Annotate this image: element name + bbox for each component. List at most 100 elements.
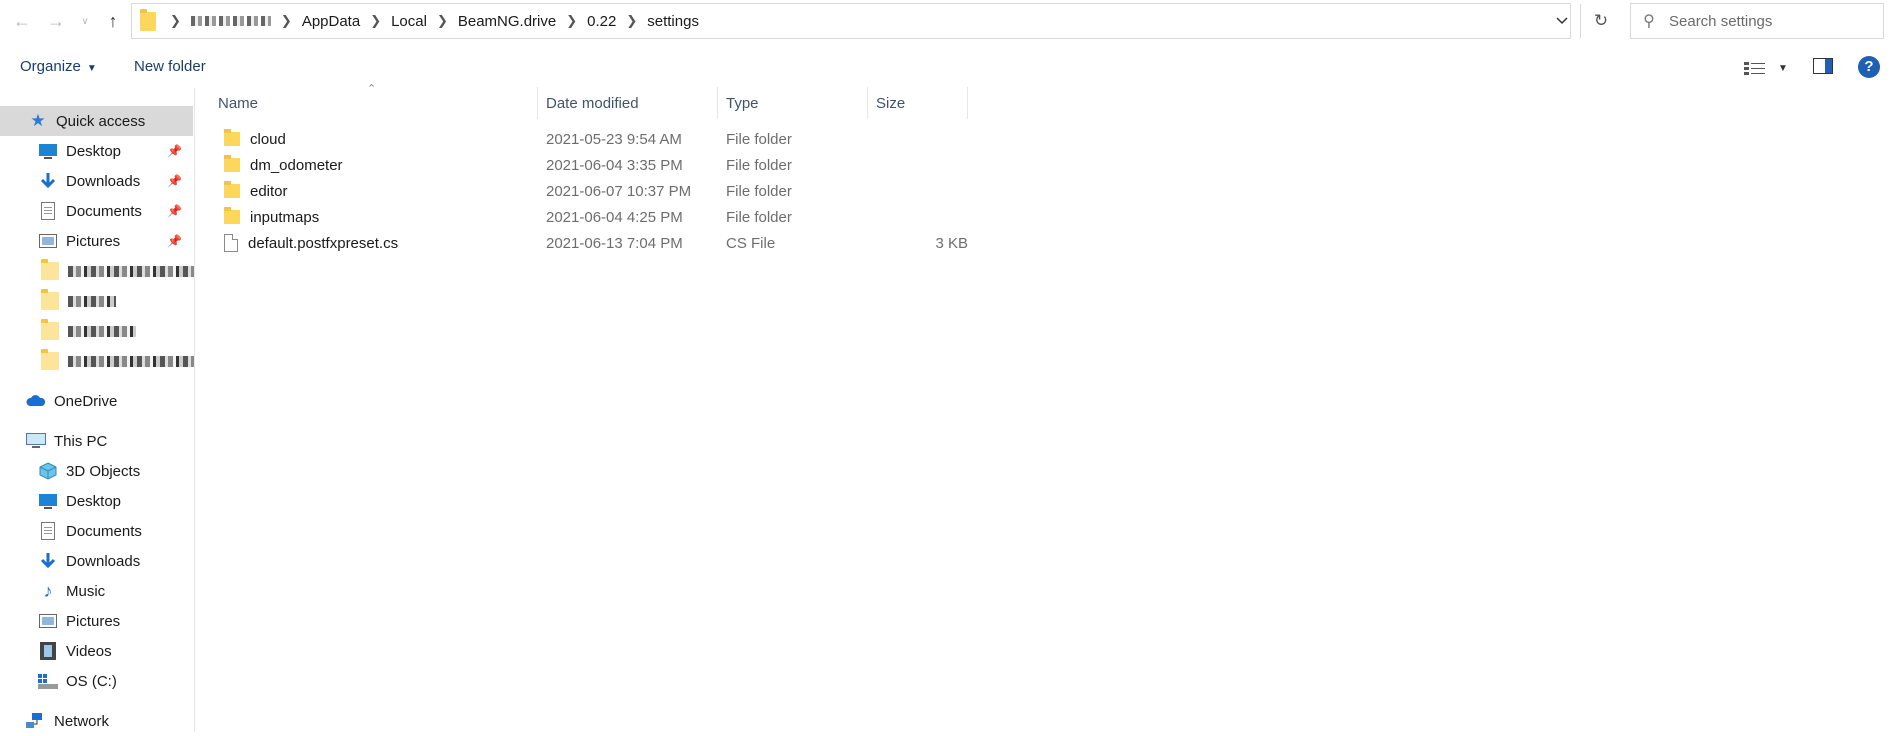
redacted-label — [68, 295, 116, 307]
file-row[interactable]: dm_odometer 2021-06-04 3:35 PM File fold… — [210, 152, 968, 178]
column-headers: Name Date modified Type Size — [210, 87, 970, 119]
file-name-cell: cloud — [224, 126, 286, 152]
sidebar-item-music[interactable]: ♪ Music — [0, 576, 194, 606]
sidebar-item-this-pc[interactable]: This PC — [0, 426, 194, 456]
address-row: ← → ∨ ↑ ❯ ❯ AppData ❯ Local ❯ BeamNG.dri… — [0, 0, 1897, 42]
search-input[interactable] — [1667, 11, 1871, 31]
breadcrumb-separator-icon[interactable]: ❯ — [622, 13, 641, 29]
file-row[interactable]: inputmaps 2021-06-04 4:25 PM File folder — [210, 204, 968, 230]
documents-icon — [38, 521, 58, 541]
sidebar-item-documents[interactable]: Documents 📌 — [0, 196, 194, 226]
videos-icon — [38, 641, 58, 661]
column-header-date[interactable]: Date modified — [538, 87, 718, 119]
column-header-size[interactable]: Size — [868, 87, 968, 119]
redacted-label — [67, 355, 194, 367]
pictures-icon — [38, 611, 58, 631]
file-size — [870, 178, 968, 204]
preview-pane-icon[interactable] — [1813, 58, 1835, 78]
breadcrumb-item-beamng[interactable]: BeamNG.drive — [452, 13, 562, 30]
file-type: File folder — [726, 208, 792, 226]
folder-icon — [40, 349, 60, 371]
file-name-cell: default.postfxpreset.cs — [224, 230, 398, 256]
sidebar-item-downloads[interactable]: Downloads — [0, 546, 194, 576]
sidebar-item-label: Network — [54, 712, 110, 730]
sidebar-item-label: Downloads — [66, 172, 141, 190]
file-date: 2021-06-07 10:37 PM — [546, 182, 692, 200]
file-name: cloud — [250, 130, 286, 148]
folder-icon — [224, 207, 240, 224]
sidebar-item-desktop[interactable]: Desktop 📌 — [0, 136, 194, 166]
sidebar-item-pictures[interactable]: Pictures 📌 — [0, 226, 194, 256]
breadcrumb-separator-icon[interactable]: ❯ — [277, 13, 296, 29]
breadcrumb-item-appdata[interactable]: AppData — [296, 13, 366, 30]
sidebar-item-redacted-folder[interactable] — [0, 256, 194, 286]
search-box[interactable]: ⚲ — [1630, 3, 1884, 39]
3d-objects-icon — [38, 461, 58, 481]
help-icon[interactable]: ? — [1858, 56, 1880, 78]
change-view-icon[interactable]: ▼ — [1744, 58, 1788, 78]
address-dropdown-chevron-icon[interactable] — [1545, 4, 1579, 38]
address-bar[interactable]: ❯ ❯ AppData ❯ Local ❯ BeamNG.drive ❯ 0.2… — [131, 3, 1608, 39]
chevron-down-icon[interactable]: ▼ — [1778, 63, 1788, 74]
column-header-name[interactable]: Name — [210, 87, 538, 119]
forward-arrow-icon[interactable]: → — [44, 9, 68, 33]
breadcrumb-separator-icon[interactable]: ❯ — [366, 13, 385, 29]
chevron-down-icon: ▼ — [86, 63, 97, 74]
sidebar-item-redacted-folder[interactable] — [0, 286, 194, 316]
up-arrow-icon[interactable]: ↑ — [101, 9, 125, 33]
file-row[interactable]: default.postfxpreset.cs 2021-06-13 7:04 … — [210, 230, 968, 256]
sidebar-item-onedrive[interactable]: OneDrive — [0, 386, 194, 416]
sidebar-item-desktop[interactable]: Desktop — [0, 486, 194, 516]
pin-icon: 📌 — [167, 204, 182, 218]
sidebar-item-label: Desktop — [66, 492, 122, 510]
new-folder-button[interactable]: New folder — [134, 58, 206, 75]
sidebar-item-documents[interactable]: Documents — [0, 516, 194, 546]
breadcrumb-separator-icon[interactable]: ❯ — [562, 13, 581, 29]
file-type: CS File — [726, 234, 776, 252]
sidebar-item-os-drive[interactable]: OS (C:) — [0, 666, 194, 696]
pin-icon: 📌 — [167, 174, 182, 188]
sidebar-item-downloads[interactable]: Downloads 📌 — [0, 166, 194, 196]
folder-icon — [40, 289, 60, 311]
redacted-username[interactable] — [190, 16, 271, 26]
folder-icon — [40, 319, 60, 341]
breadcrumb-item-settings[interactable]: settings — [641, 13, 705, 30]
sidebar-item-pictures[interactable]: Pictures — [0, 606, 194, 636]
drive-icon — [38, 671, 58, 691]
file-size — [870, 204, 968, 230]
refresh-icon[interactable]: ↻ — [1580, 4, 1621, 38]
sidebar-item-redacted-folder[interactable] — [0, 346, 194, 376]
column-header-type[interactable]: Type — [718, 87, 868, 119]
file-name-cell: editor — [224, 178, 288, 204]
file-type: File folder — [726, 156, 792, 174]
breadcrumb-separator-icon[interactable]: ❯ — [166, 13, 185, 29]
navigation-pane: ★ Quick access Desktop 📌 Downloads 📌 Doc… — [0, 88, 195, 732]
breadcrumb: ❯ ❯ AppData ❯ Local ❯ BeamNG.drive ❯ 0.2… — [140, 4, 705, 38]
new-folder-label: New folder — [134, 58, 206, 75]
breadcrumb-item-local[interactable]: Local — [385, 13, 433, 30]
file-size: 3 KB — [935, 234, 968, 252]
sidebar-item-redacted-folder[interactable] — [0, 316, 194, 346]
downloads-icon — [38, 171, 58, 191]
search-icon: ⚲ — [1643, 13, 1655, 30]
organize-button[interactable]: Organize ▼ — [20, 58, 97, 75]
network-icon — [26, 711, 46, 731]
recent-locations-chevron-icon[interactable]: ∨ — [73, 9, 97, 33]
breadcrumb-item-version[interactable]: 0.22 — [581, 13, 622, 30]
sidebar-item-quick-access[interactable]: ★ Quick access — [0, 106, 193, 136]
breadcrumb-separator-icon[interactable]: ❯ — [433, 13, 452, 29]
sidebar-item-label: 3D Objects — [66, 462, 141, 480]
file-row[interactable]: editor 2021-06-07 10:37 PM File folder — [210, 178, 968, 204]
sidebar-item-3d-objects[interactable]: 3D Objects — [0, 456, 194, 486]
back-arrow-icon[interactable]: ← — [10, 9, 34, 33]
file-row[interactable]: cloud 2021-05-23 9:54 AM File folder — [210, 126, 968, 152]
folder-icon — [140, 8, 156, 31]
file-name: dm_odometer — [250, 156, 343, 174]
pin-icon: 📌 — [167, 234, 182, 248]
downloads-icon — [38, 551, 58, 571]
file-date: 2021-06-04 4:25 PM — [546, 208, 683, 226]
sidebar-item-label: Documents — [66, 522, 142, 540]
folder-icon — [224, 155, 240, 172]
sidebar-item-videos[interactable]: Videos — [0, 636, 194, 666]
sidebar-item-label: Downloads — [66, 552, 141, 570]
